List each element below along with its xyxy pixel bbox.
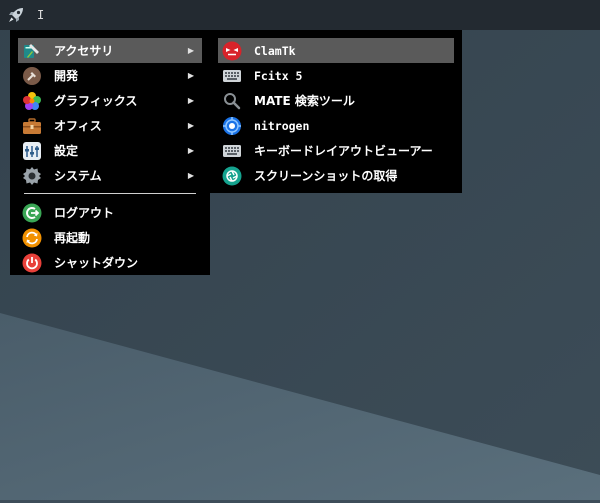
menu-item-system[interactable]: システム ▶	[18, 163, 202, 188]
submenu-arrow-icon: ▶	[187, 121, 194, 130]
rocket-icon[interactable]	[5, 4, 27, 26]
accessories-submenu: ClamTk Fcitx 5 MATE 検索ツール nitrogen キーボード…	[210, 30, 462, 193]
menu-item-settings[interactable]: 設定 ▶	[18, 138, 202, 163]
applications-menu: アクセサリ ▶ 開発 ▶ グラフィックス ▶ オフィス ▶ 設定 ▶ システム …	[10, 30, 210, 275]
menu-item-logout[interactable]: ログアウト	[18, 200, 202, 225]
menu-separator	[24, 193, 196, 194]
menu-item-label: 設定	[54, 144, 79, 158]
nitrogen-icon	[222, 116, 242, 136]
settings-icon	[22, 141, 42, 161]
submenu-item-label: ClamTk	[254, 43, 296, 58]
submenu-item-fcitx5[interactable]: Fcitx 5	[218, 63, 454, 88]
search-icon	[222, 91, 242, 111]
clamtk-icon	[222, 41, 242, 61]
keyboard-icon	[222, 141, 242, 161]
submenu-item-label: スクリーンショットの取得	[254, 169, 398, 183]
menu-item-label: 再起動	[54, 231, 91, 245]
logout-icon	[22, 203, 42, 223]
menu-item-label: 開発	[54, 69, 79, 83]
office-icon	[22, 116, 42, 136]
menu-item-graphics[interactable]: グラフィックス ▶	[18, 88, 202, 113]
menu-item-label: ログアウト	[54, 206, 115, 220]
menu-item-development[interactable]: 開発 ▶	[18, 63, 202, 88]
submenu-item-label: nitrogen	[254, 118, 310, 133]
submenu-arrow-icon: ▶	[187, 71, 194, 80]
submenu-item-screenshot[interactable]: スクリーンショットの取得	[218, 163, 454, 188]
menu-item-label: アクセサリ	[54, 44, 114, 58]
submenu-arrow-icon: ▶	[187, 96, 194, 105]
submenu-item-nitrogen[interactable]: nitrogen	[218, 113, 454, 138]
menu-item-shutdown[interactable]: シャットダウン	[18, 250, 202, 275]
submenu-arrow-icon: ▶	[187, 171, 194, 180]
submenu-arrow-icon: ▶	[187, 146, 194, 155]
submenu-item-keyboard-layout-viewer[interactable]: キーボードレイアウトビューアー	[218, 138, 454, 163]
screenshot-icon	[222, 166, 242, 186]
restart-icon	[22, 228, 42, 248]
submenu-item-label: キーボードレイアウトビューアー	[254, 144, 433, 158]
menu-item-label: システム	[54, 169, 102, 183]
text-cursor: I	[37, 8, 45, 22]
submenu-item-clamtk[interactable]: ClamTk	[218, 38, 454, 63]
shutdown-icon	[22, 253, 42, 273]
graphics-icon	[22, 91, 42, 111]
menu-item-label: オフィス	[54, 119, 102, 133]
submenu-arrow-icon: ▶	[187, 46, 194, 55]
menu-item-label: シャットダウン	[54, 256, 139, 270]
submenu-item-label: MATE 検索ツール	[254, 94, 355, 108]
submenu-item-mate-search-tool[interactable]: MATE 検索ツール	[218, 88, 454, 113]
development-icon	[22, 66, 42, 86]
menu-item-accessories[interactable]: アクセサリ ▶	[18, 38, 202, 63]
keyboard-icon	[222, 66, 242, 86]
menu-item-label: グラフィックス	[54, 94, 138, 108]
accessories-icon	[22, 41, 42, 61]
menu-item-restart[interactable]: 再起動	[18, 225, 202, 250]
system-icon	[22, 166, 42, 186]
menu-item-office[interactable]: オフィス ▶	[18, 113, 202, 138]
top-panel: I	[0, 0, 600, 30]
submenu-item-label: Fcitx 5	[254, 68, 303, 83]
